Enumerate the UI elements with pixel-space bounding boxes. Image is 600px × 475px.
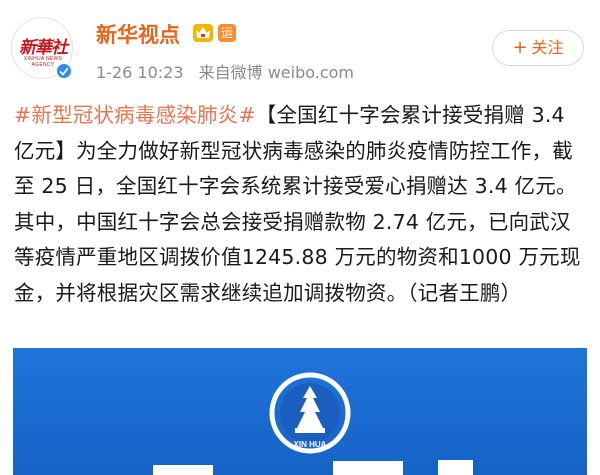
image-white-shape (153, 465, 213, 475)
follow-button[interactable]: + 关注 (492, 30, 584, 66)
verified-icon (55, 62, 73, 80)
post-image[interactable]: XIN HUA (13, 348, 587, 475)
hashtag-link[interactable]: #新型冠状病毒感染肺炎# (14, 103, 256, 127)
post-body: 【全国红十字会累计接受捐赠 3.4 亿元】为全力做好新型冠状病毒感染的肺炎疫情防… (14, 103, 581, 305)
image-white-shape (333, 461, 403, 475)
plus-icon: + (512, 37, 528, 58)
post-source: 来自微博 weibo.com (198, 63, 354, 82)
yun-badge: 运 (218, 24, 236, 42)
post-text: #新型冠状病毒感染肺炎#【全国红十字会累计接受捐赠 3.4 亿元】为全力做好新型… (14, 98, 588, 311)
post-header: 新華社 XINHUA NEWS AGENCY 新华视点 运 1-26 10:23… (0, 0, 600, 98)
xinhua-emblem-icon: XIN HUA (269, 372, 351, 454)
image-white-shape (438, 460, 473, 475)
post-time: 1-26 10:23 (96, 63, 184, 82)
crown-badge-icon (193, 24, 213, 42)
account-name[interactable]: 新华视点 (96, 19, 180, 49)
post-meta: 1-26 10:23 来自微博 weibo.com (96, 59, 354, 83)
follow-label: 关注 (531, 38, 564, 57)
emblem-text: XIN HUA (294, 440, 327, 449)
avatar-logo-text: 新華社 (19, 38, 68, 58)
